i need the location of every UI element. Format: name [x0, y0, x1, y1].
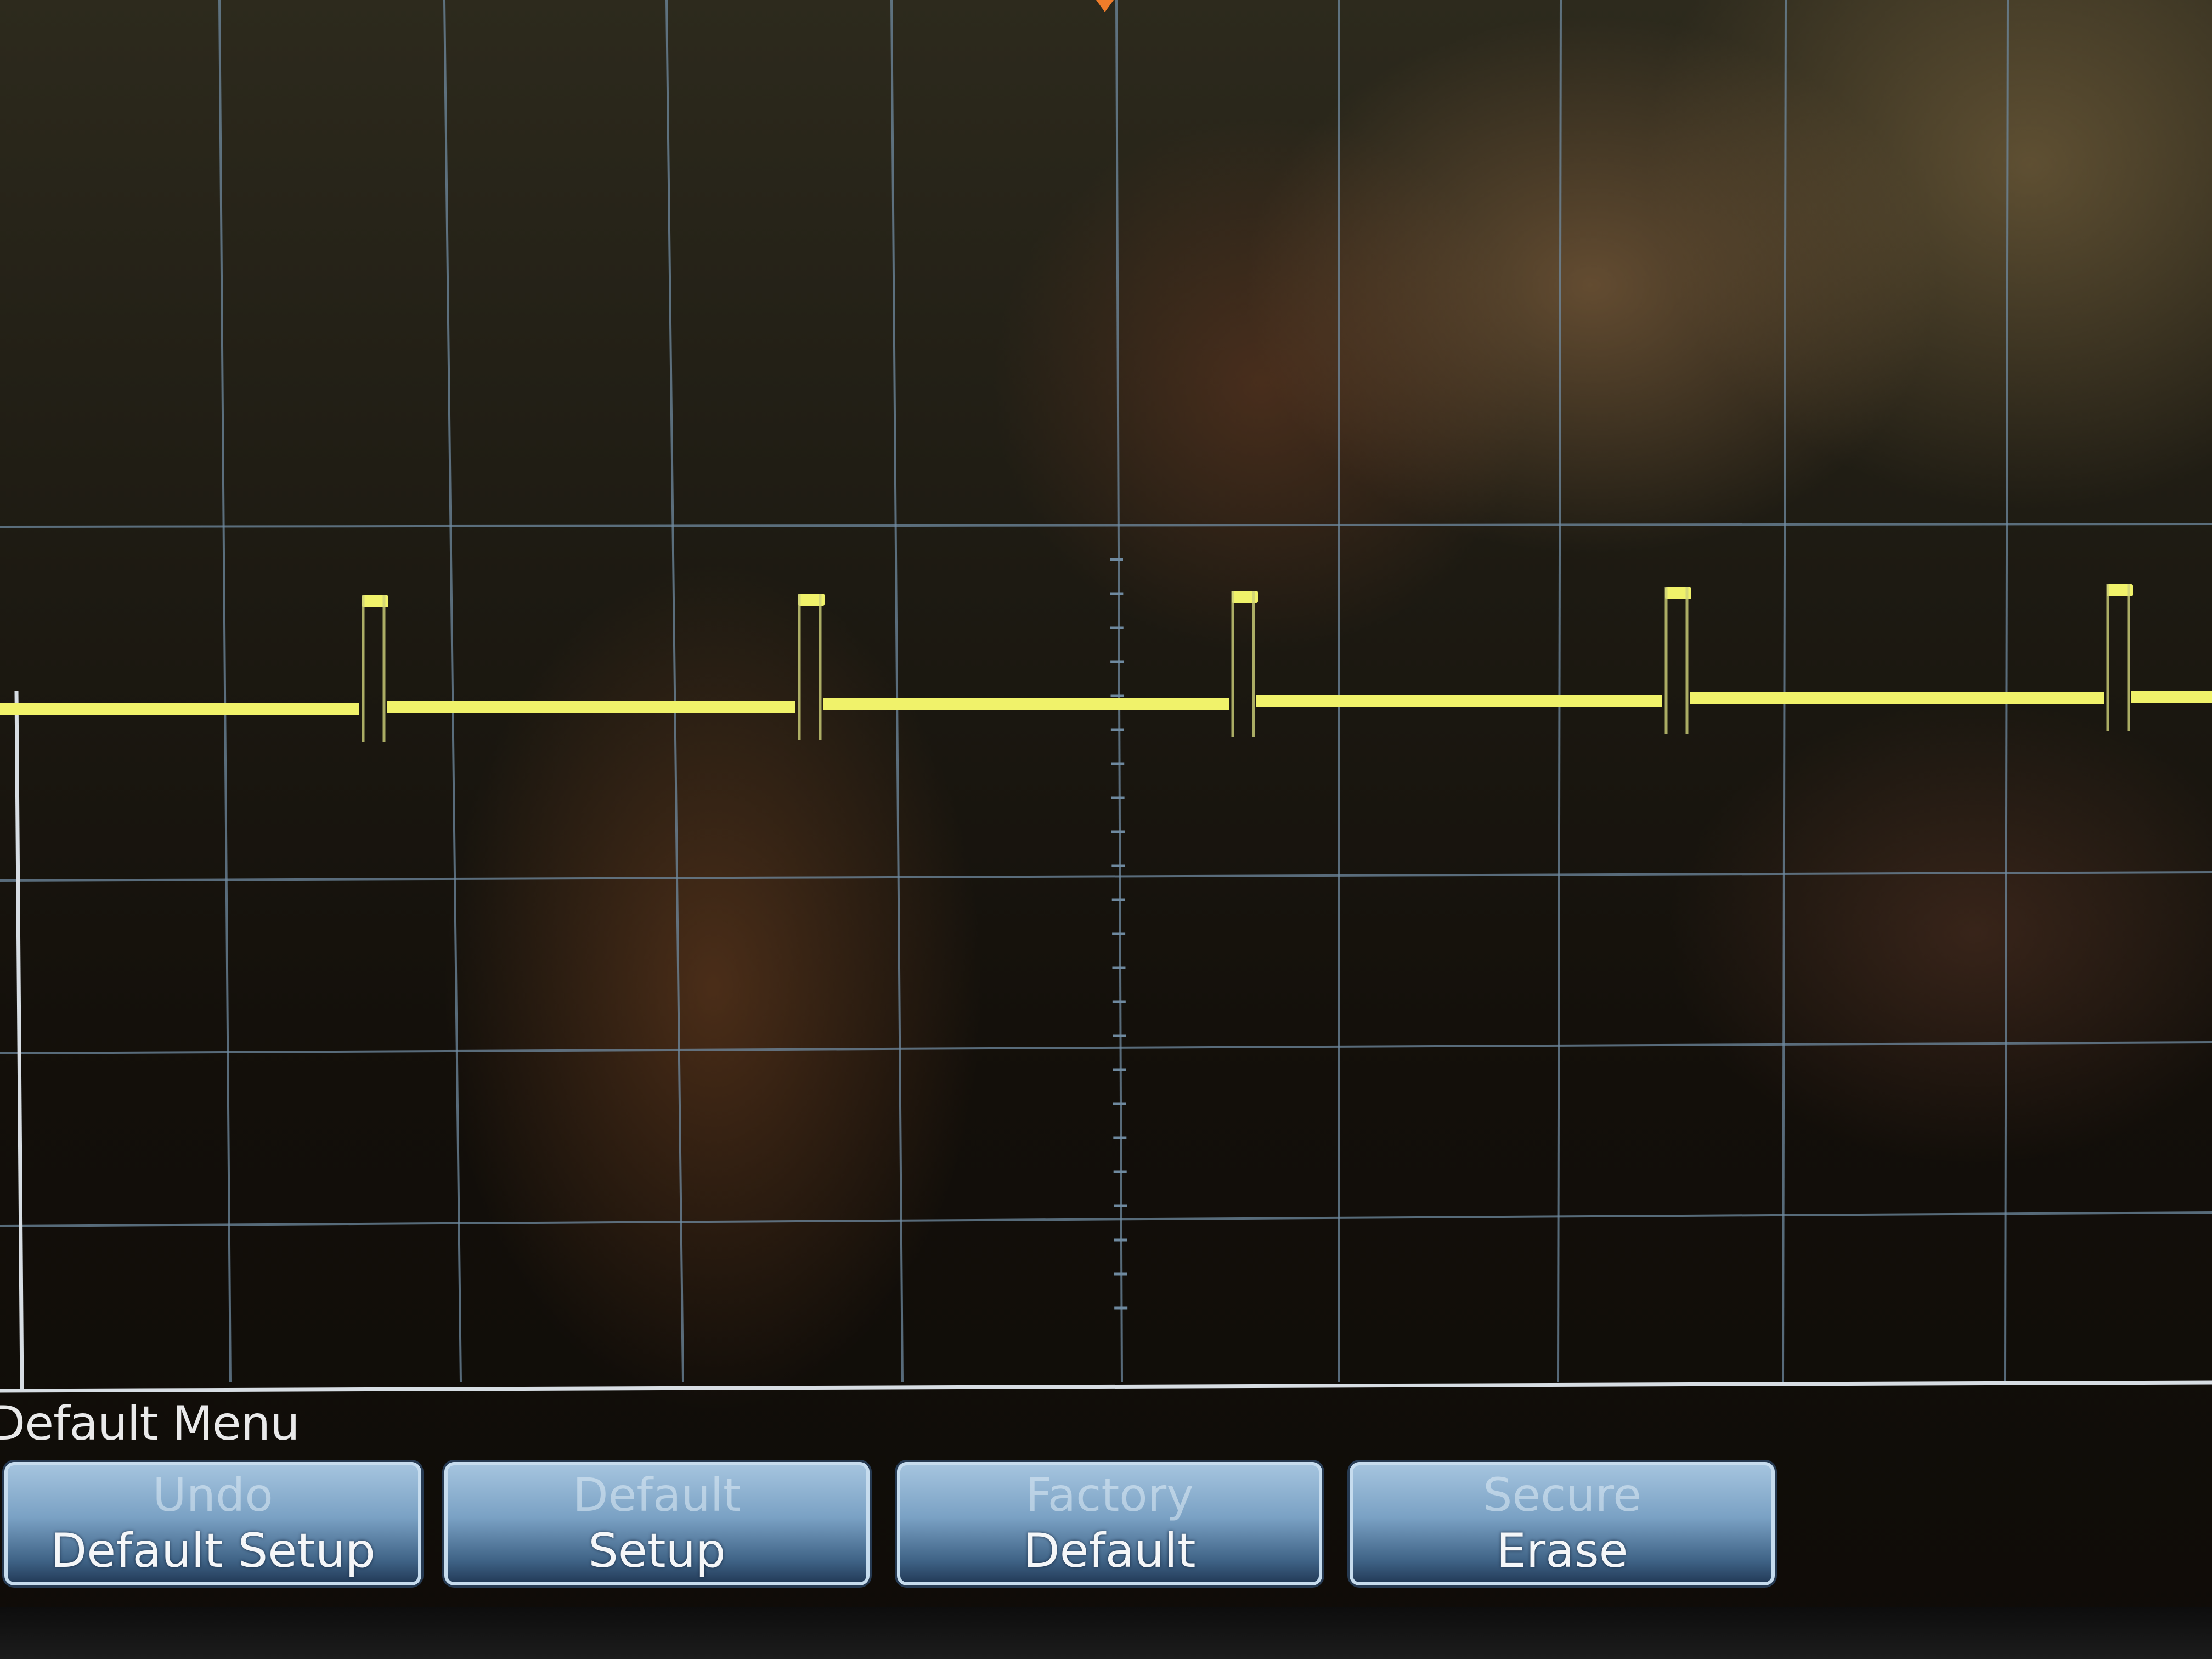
- grid-vline: [665, 0, 684, 1383]
- grid-hline: [0, 1211, 2212, 1227]
- display-left-border: [14, 691, 24, 1391]
- secure-erase-softkey[interactable]: Secure Erase: [1350, 1462, 1775, 1585]
- grid-vline: [2004, 0, 2009, 1383]
- grid-hline: [0, 1041, 2212, 1054]
- instrument-bezel: [0, 1607, 2212, 1659]
- grid-vline: [1782, 0, 1787, 1383]
- channel-1-trace: [0, 584, 2212, 742]
- menu-title: Default Menu: [0, 1396, 300, 1451]
- softkey-4-top-label: Secure: [1483, 1468, 1641, 1522]
- softkey-2-top-label: Default: [573, 1468, 741, 1522]
- grid-vline: [443, 0, 462, 1383]
- grid-vline: [218, 0, 232, 1383]
- display-bottom-border: [0, 1380, 2212, 1393]
- softkey-1-top-label: Undo: [153, 1468, 273, 1522]
- grid-hline: [0, 523, 2212, 528]
- grid-vline: [1115, 0, 1123, 1383]
- waveform-display: [0, 0, 2212, 1393]
- grid-vline: [1557, 0, 1562, 1383]
- softkey-2-bottom-label: Setup: [588, 1523, 726, 1578]
- softkey-1-bottom-label: Default Setup: [50, 1523, 375, 1578]
- grid-hline: [0, 871, 2212, 882]
- default-setup-softkey[interactable]: Default Setup: [444, 1462, 870, 1585]
- factory-default-softkey[interactable]: Factory Default: [897, 1462, 1322, 1585]
- softkey-3-top-label: Factory: [1025, 1468, 1194, 1522]
- softkey-4-bottom-label: Erase: [1496, 1523, 1628, 1578]
- trigger-marker: [1096, 0, 1114, 12]
- undo-default-setup-softkey[interactable]: Undo Default Setup: [4, 1462, 421, 1585]
- oscilloscope-screen: [0, 0, 2212, 1659]
- grid-vline: [890, 0, 904, 1383]
- softkey-3-bottom-label: Default: [1023, 1523, 1196, 1578]
